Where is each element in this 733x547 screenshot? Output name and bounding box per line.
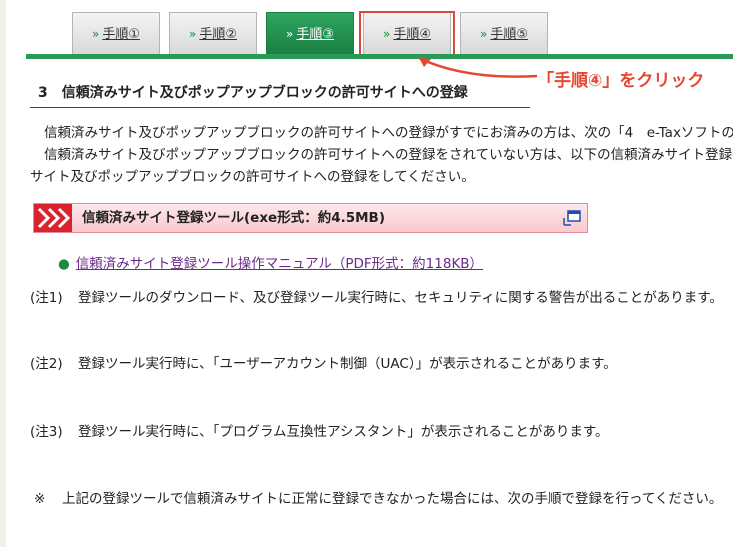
tab-step-3-label: 手順③: [296, 27, 334, 42]
double-arrow-icon: [34, 204, 72, 232]
new-window-icon: [563, 210, 581, 226]
note-3-tag: (注3): [30, 424, 63, 440]
download-tool-label: 信頼済みサイト登録ツール(exe形式：約4.5MB): [82, 210, 385, 226]
bullet-icon: ●: [58, 256, 70, 272]
note-4-tag: ※: [34, 491, 46, 507]
manual-list-item: ● 信頼済みサイト登録ツール操作マニュアル（PDF形式：約118KB）: [58, 252, 483, 272]
tab-step-4-label: 手順④: [393, 27, 431, 42]
chevron-right-icon: »: [383, 27, 391, 41]
tab-divider: [26, 54, 733, 59]
tab-step-2[interactable]: » 手順②: [169, 12, 257, 54]
intro-text: 信頼済みサイト及びポップアップブロックの許可サイトへの登録がすでにお済みの方は、…: [30, 122, 733, 188]
manual-pdf-link[interactable]: 信頼済みサイト登録ツール操作マニュアル（PDF形式：約118KB）: [76, 256, 483, 272]
note-1-tag: (注1): [30, 290, 63, 306]
note-2-text: 登録ツール実行時に、「ユーザーアカウント制御（UAC）」が表示されることがありま…: [78, 356, 617, 372]
tab-step-3[interactable]: » 手順③: [266, 12, 354, 54]
intro-line-2: 信頼済みサイト及びポップアップブロックの許可サイトへの登録をされていない方は、以…: [44, 147, 733, 163]
section-heading: 3 信頼済みサイト及びポップアップブロックの許可サイトへの登録: [30, 80, 530, 108]
tab-step-2-label: 手順②: [199, 27, 237, 42]
chevron-right-icon: »: [286, 27, 294, 41]
tab-step-5-label: 手順⑤: [490, 27, 528, 42]
callout-text: 「手順④」をクリック: [537, 71, 705, 91]
note-2: (注2) 登録ツール実行時に、「ユーザーアカウント制御（UAC）」が表示されること…: [30, 352, 617, 372]
note-4: ※ 上記の登録ツールで信頼済みサイトに正常に登録できなかった場合には、次の手順で登…: [30, 487, 722, 507]
intro-line-3: サイト及びポップアップブロックの許可サイトへの登録をしてください。: [30, 169, 475, 185]
tab-step-1[interactable]: » 手順①: [72, 12, 160, 54]
note-3: (注3) 登録ツール実行時に、「プログラム互換性アシスタント」が表示されることがあ…: [30, 420, 609, 440]
note-4-text: 上記の登録ツールで信頼済みサイトに正常に登録できなかった場合には、次の手順で登録…: [62, 491, 723, 507]
intro-line-1: 信頼済みサイト及びポップアップブロックの許可サイトへの登録がすでにお済みの方は、…: [44, 125, 733, 141]
tab-step-5[interactable]: » 手順⑤: [460, 12, 548, 54]
note-2-tag: (注2): [30, 356, 63, 372]
tab-step-4[interactable]: » 手順④: [363, 12, 451, 54]
chevron-right-icon: »: [480, 27, 488, 41]
step-tabs: » 手順① » 手順② » 手順③ » 手順④ » 手順⑤: [0, 0, 733, 60]
note-1: (注1) 登録ツールのダウンロード、及び登録ツール実行時に、セキュリティに関する警…: [30, 286, 723, 306]
download-tool-button[interactable]: 信頼済みサイト登録ツール(exe形式：約4.5MB): [33, 203, 588, 233]
left-margin-stripe: [0, 0, 6, 547]
note-3-text: 登録ツール実行時に、「プログラム互換性アシスタント」が表示されることがあります。: [78, 424, 609, 440]
note-1-text: 登録ツールのダウンロード、及び登録ツール実行時に、セキュリティに関する警告が出る…: [78, 290, 723, 306]
chevron-right-icon: »: [92, 27, 100, 41]
tab-step-1-label: 手順①: [102, 27, 140, 42]
chevron-right-icon: »: [189, 27, 197, 41]
